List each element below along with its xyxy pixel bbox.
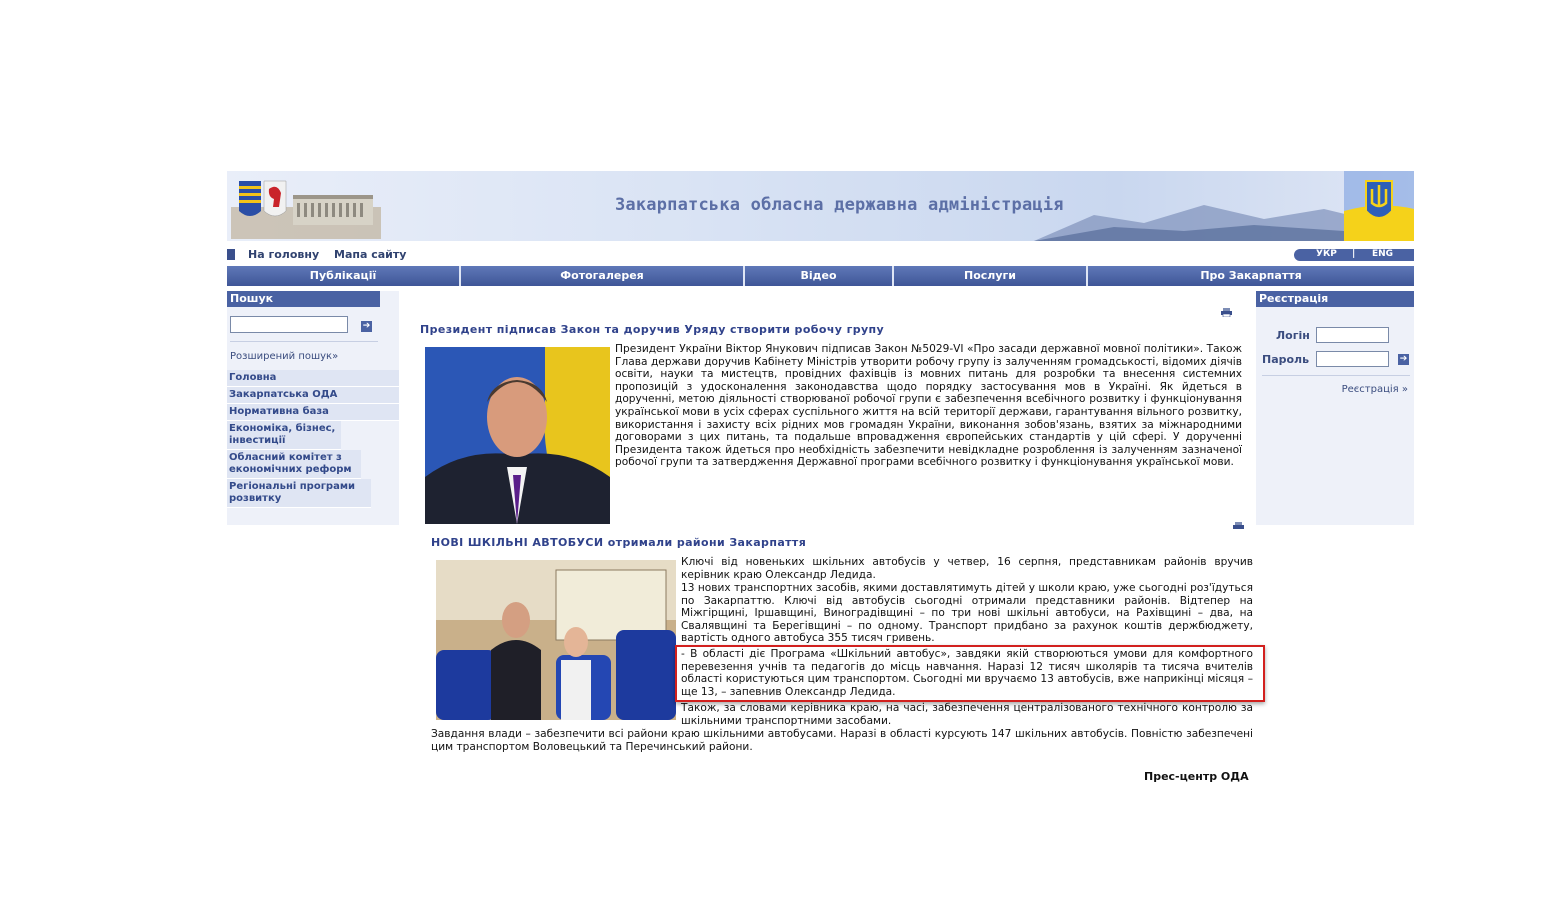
lang-separator: | [1352,249,1356,259]
search-go-button[interactable]: ➔ [361,321,372,332]
login-label: Логін [1276,329,1310,342]
nav-about[interactable]: Про Закарпаття [1088,266,1414,286]
nav-video[interactable]: Відео [745,266,894,286]
top-links: На головну Мапа сайту УКР | ENG [227,248,1414,263]
article-paragraph: Завдання влади – забезпечити всі райони … [431,728,1253,753]
main-nav: Публікації Фотогалерея Відео Послуги Про… [227,266,1414,286]
left-menu-item[interactable]: Обласний комітет з економічних реформ [227,450,361,479]
article-paragraph: Також, за словами керівника краю, на час… [681,702,1253,727]
press-center-signature: Прес-центр ОДА [1144,770,1249,783]
registration-heading: Реєстрація [1256,291,1414,307]
left-menu-item[interactable]: Закарпатська ОДА [227,387,399,404]
coat-of-arms-logo[interactable] [231,177,381,239]
nav-services[interactable]: Послуги [894,266,1088,286]
password-label: Пароль [1262,353,1310,366]
search-input[interactable] [230,316,348,333]
language-switcher: УКР | ENG [1294,249,1414,261]
article-title[interactable]: Президент підписав Закон та доручив Уряд… [420,323,884,336]
president-photo [425,347,610,524]
left-menu-item[interactable]: Нормативна база [227,404,399,421]
nav-photogallery[interactable]: Фотогалерея [461,266,745,286]
site-title: Закарпатська обласна державна адміністра… [615,195,1064,215]
left-menu-item[interactable]: Головна [227,370,399,387]
registration-link[interactable]: Реєстрація » [1342,384,1408,395]
sitemap-link[interactable]: Мапа сайту [334,248,406,261]
login-go-button[interactable]: ➔ [1398,354,1409,365]
nav-publications[interactable]: Публікації [227,266,461,286]
article-paragraph: Ключі від новеньких шкільних автобусів у… [681,556,1253,581]
left-menu-item[interactable]: Регіональні програми розвитку [227,479,371,508]
school-bus-photo [436,560,676,720]
home-link[interactable]: На головну [248,248,319,261]
trident-flag-icon [1344,171,1414,241]
lang-ukr[interactable]: УКР [1316,249,1337,259]
login-input[interactable] [1316,327,1389,343]
password-input[interactable] [1316,351,1389,367]
advanced-search-link[interactable]: Розширений пошук» [230,351,338,362]
lang-eng[interactable]: ENG [1372,249,1393,259]
divider [1262,375,1410,376]
left-menu: Головна Закарпатська ОДА Нормативна база… [227,370,399,508]
site-header: Закарпатська обласна державна адміністра… [227,171,1414,241]
article-title[interactable]: НОВІ ШКІЛЬНІ АВТОБУСИ отримали райони За… [431,536,806,549]
article-text: Президент України Віктор Янукович підпис… [615,343,1242,469]
article-paragraph: 13 нових транспортних засобів, якими дос… [681,582,1253,645]
divider [230,341,378,342]
search-heading: Пошук [227,291,380,307]
left-sidebar: Пошук ➔ Розширений пошук» Головна Закарп… [227,291,399,525]
mountains-image [1034,205,1374,241]
highlight-box [675,645,1265,702]
print-icon[interactable] [1233,522,1244,531]
left-menu-item[interactable]: Економіка, бізнес, інвестиції [227,421,341,450]
home-icon [227,249,235,260]
right-sidebar: Реєстрація Логін Пароль ➔ Реєстрація » [1256,291,1414,525]
print-icon[interactable] [1221,308,1232,317]
